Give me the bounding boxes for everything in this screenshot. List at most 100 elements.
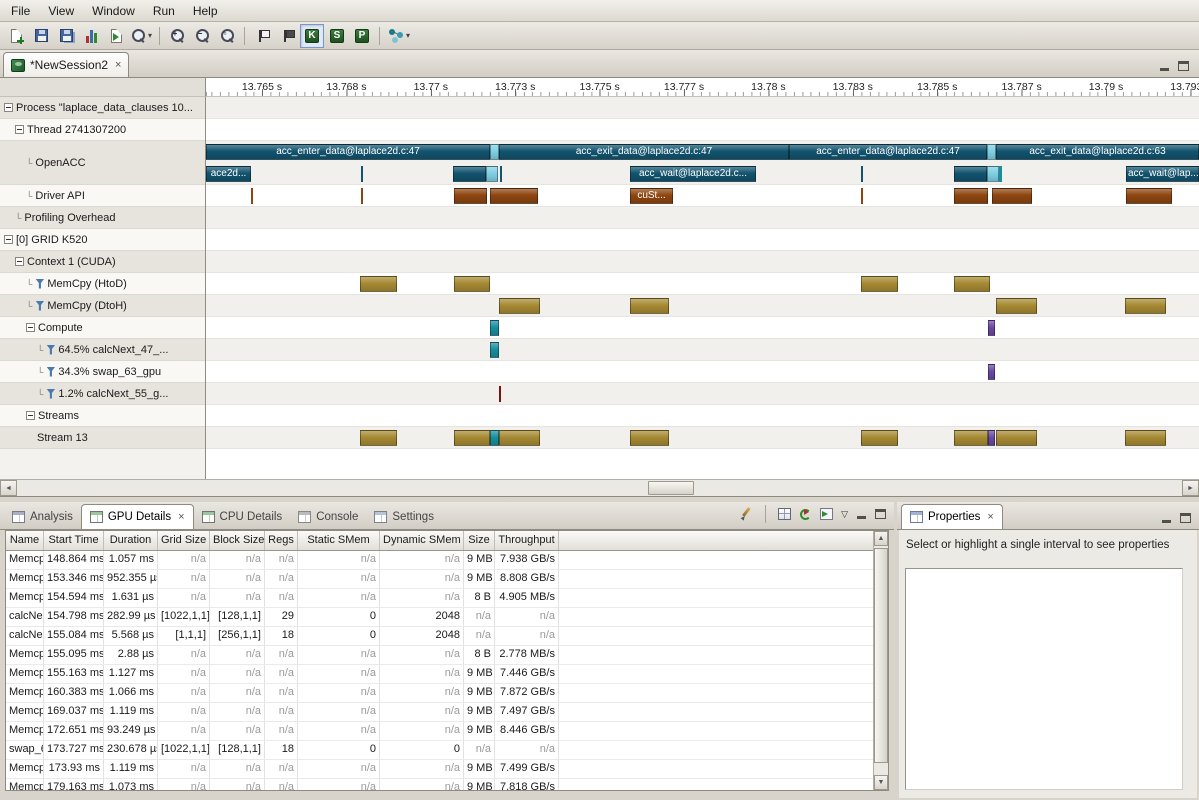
collapse-icon[interactable] bbox=[15, 257, 24, 266]
scroll-left-button[interactable]: ◄ bbox=[0, 480, 17, 496]
tree-row-openacc[interactable]: └OpenACC bbox=[0, 141, 205, 185]
zoom-out-button[interactable]: − bbox=[190, 24, 214, 48]
menu-run[interactable]: Run bbox=[144, 1, 184, 21]
timeline-bar[interactable]: acc_exit_data@laplace2d.c:63 bbox=[996, 144, 1199, 160]
timeline-bar[interactable] bbox=[988, 320, 995, 336]
menu-view[interactable]: View bbox=[39, 1, 83, 21]
menu-window[interactable]: Window bbox=[83, 1, 144, 21]
timeline-bar[interactable] bbox=[954, 430, 988, 446]
horizontal-scrollbar[interactable]: ◄ ► bbox=[0, 479, 1199, 496]
tree-row-1-2-calcnext-55-g[interactable]: └1.2% calcNext_55_g... bbox=[0, 383, 205, 405]
timeline-bar[interactable] bbox=[988, 364, 995, 380]
collapse-icon[interactable] bbox=[4, 103, 13, 112]
save-button[interactable] bbox=[29, 24, 53, 48]
timeline-bar[interactable] bbox=[361, 166, 363, 182]
refresh-icon[interactable] bbox=[799, 508, 812, 521]
timeline-bar[interactable] bbox=[954, 276, 990, 292]
timeline-bar[interactable] bbox=[996, 298, 1037, 314]
tree-row-profiling-overhead[interactable]: └Profiling Overhead bbox=[0, 207, 205, 229]
timeline-bar[interactable] bbox=[490, 320, 499, 336]
tab-gpu-details[interactable]: GPU Details× bbox=[81, 504, 194, 529]
minimize-icon[interactable] bbox=[856, 509, 867, 519]
table-row[interactable]: Memcpy173.93 ms1.119 msn/an/an/an/an/a9 … bbox=[6, 760, 888, 779]
timeline-bar[interactable] bbox=[251, 188, 253, 204]
column-header-name[interactable]: Name bbox=[6, 531, 44, 550]
scrollbar-thumb[interactable] bbox=[648, 481, 694, 495]
timeline-bar[interactable]: acc_exit_data@laplace2d.c:47 bbox=[499, 144, 789, 160]
process-toggle[interactable]: P bbox=[350, 24, 374, 48]
tab-console[interactable]: Console bbox=[290, 504, 366, 529]
timeline-bar[interactable] bbox=[360, 276, 397, 292]
close-icon[interactable]: × bbox=[115, 60, 121, 70]
table-row[interactable]: Memcpy169.037 ms1.119 msn/an/an/an/an/a9… bbox=[6, 703, 888, 722]
timeline-bar[interactable] bbox=[861, 276, 898, 292]
timeline-bar[interactable] bbox=[630, 430, 669, 446]
collapse-icon[interactable] bbox=[15, 125, 24, 134]
zoom-in-button[interactable]: + bbox=[165, 24, 189, 48]
table-row[interactable]: Memcpy172.651 ms93.249 µsn/an/an/an/an/a… bbox=[6, 722, 888, 741]
close-icon[interactable]: × bbox=[178, 512, 184, 522]
timeline-bar[interactable] bbox=[490, 188, 538, 204]
view-menu-icon[interactable]: ▽ bbox=[841, 509, 848, 520]
menu-file[interactable]: File bbox=[2, 1, 39, 21]
scroll-right-button[interactable]: ► bbox=[1182, 480, 1199, 496]
zoom-fit-button[interactable]: ▫ bbox=[215, 24, 239, 48]
timeline-bar[interactable] bbox=[954, 188, 988, 204]
prev-marker-button[interactable] bbox=[250, 24, 274, 48]
timeline-bar[interactable] bbox=[486, 166, 498, 182]
tree-row-process-laplace-data-clauses-1[interactable]: Process "laplace_data_clauses 10... bbox=[0, 97, 205, 119]
scrollbar-thumb[interactable] bbox=[874, 548, 888, 763]
timeline-bar[interactable] bbox=[453, 166, 486, 182]
tree-row-0-grid-k520[interactable]: [0] GRID K520 bbox=[0, 229, 205, 251]
vertical-scrollbar[interactable]: ▲ ▼ bbox=[873, 531, 888, 790]
timeline-bar[interactable] bbox=[996, 430, 1037, 446]
export-table-icon[interactable] bbox=[820, 508, 833, 520]
timeline-bar[interactable] bbox=[454, 430, 490, 446]
new-session-button[interactable] bbox=[4, 24, 28, 48]
timeline-bar[interactable] bbox=[500, 166, 502, 182]
timeline-bar[interactable] bbox=[490, 430, 499, 446]
collapse-icon[interactable] bbox=[26, 411, 35, 420]
column-header-dynamic-smem[interactable]: Dynamic SMem bbox=[380, 531, 464, 550]
close-icon[interactable]: × bbox=[987, 512, 993, 522]
tree-row-compute[interactable]: Compute bbox=[0, 317, 205, 339]
minimize-icon[interactable] bbox=[1161, 513, 1172, 523]
column-header-static-smem[interactable]: Static SMem bbox=[298, 531, 380, 550]
timeline-bar[interactable]: acc_enter_data@laplace2d.c:47 bbox=[206, 144, 490, 160]
timeline-bar[interactable] bbox=[861, 430, 898, 446]
timeline-bar[interactable] bbox=[1125, 430, 1166, 446]
collapse-icon[interactable] bbox=[26, 323, 35, 332]
tab-settings[interactable]: Settings bbox=[366, 504, 442, 529]
timeline-bar[interactable] bbox=[454, 276, 490, 292]
tab-properties[interactable]: Properties × bbox=[901, 504, 1003, 529]
profile-button[interactable] bbox=[79, 24, 103, 48]
tree-row-context-1-cuda[interactable]: Context 1 (CUDA) bbox=[0, 251, 205, 273]
save-all-button[interactable] bbox=[54, 24, 78, 48]
timeline-bar[interactable] bbox=[987, 144, 996, 160]
timeline-bar[interactable] bbox=[630, 298, 669, 314]
table-row[interactable]: Memcpy154.594 ms1.631 µsn/an/an/an/an/a8… bbox=[6, 589, 888, 608]
timeline-bar[interactable] bbox=[499, 430, 540, 446]
timeline-bar[interactable] bbox=[361, 188, 363, 204]
columns-icon[interactable] bbox=[778, 508, 791, 520]
scroll-up-button[interactable]: ▲ bbox=[874, 531, 888, 546]
table-row[interactable]: Memcpy148.864 ms1.057 msn/an/an/an/an/a9… bbox=[6, 551, 888, 570]
column-header-grid-size[interactable]: Grid Size bbox=[158, 531, 210, 550]
timeline-bar[interactable]: cuSt... bbox=[630, 188, 673, 204]
column-header-throughput[interactable]: Throughput bbox=[495, 531, 559, 550]
column-header-block-size[interactable]: Block Size bbox=[210, 531, 265, 550]
timeline-bar[interactable] bbox=[1125, 298, 1166, 314]
timeline-bar[interactable]: acc_enter_data@laplace2d.c:47 bbox=[789, 144, 987, 160]
timeline-bar[interactable] bbox=[360, 430, 397, 446]
timeline-bar[interactable] bbox=[988, 430, 995, 446]
timeline-bar[interactable]: acc_wait@laplace2d.c... bbox=[630, 166, 756, 182]
stream-toggle[interactable]: S bbox=[325, 24, 349, 48]
analysis-button[interactable]: ▾ bbox=[385, 24, 412, 48]
table-row[interactable]: Memcpy179.163 ms1.073 msn/an/an/an/an/a9… bbox=[6, 779, 888, 791]
table-row[interactable]: Memcpy153.346 ms952.355 µsn/an/an/an/an/… bbox=[6, 570, 888, 589]
tab-cpu-details[interactable]: CPU Details bbox=[194, 504, 291, 529]
kernel-timescale-toggle[interactable]: K bbox=[300, 24, 324, 48]
column-header-start-time[interactable]: Start Time bbox=[44, 531, 104, 550]
table-row[interactable]: Memcpy155.163 ms1.127 msn/an/an/an/an/a9… bbox=[6, 665, 888, 684]
timeline-bar[interactable]: ace2d... bbox=[206, 166, 251, 182]
